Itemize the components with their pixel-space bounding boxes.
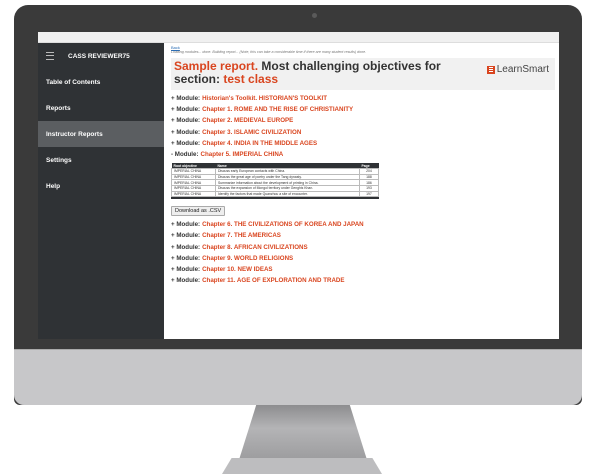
webcam-dot (312, 13, 317, 18)
expand-sign: + (171, 117, 175, 125)
objectives-table: Root objective Name Page IMPERIAL CHINA … (171, 163, 379, 198)
sidebar-item-instructor-reports[interactable]: Instructor Reports (38, 121, 164, 147)
learnsmart-logo-icon (486, 65, 495, 74)
module-row[interactable]: + Module: Chapter 7. THE AMERICAS (171, 230, 559, 241)
cell-name: Identify the factors that made Quanzhou … (214, 190, 361, 198)
module-prefix: Module: (176, 128, 201, 136)
sidebar-item-help[interactable]: Help (38, 173, 164, 199)
report-header: Sample report. Most challenging objectiv… (171, 58, 555, 90)
module-row[interactable]: + Module: Chapter 1. ROME AND THE RISE O… (171, 104, 559, 115)
sidebar-item-reports[interactable]: Reports (38, 95, 164, 121)
module-name[interactable]: Chapter 4. INDIA IN THE MIDDLE AGES (202, 140, 317, 147)
module-row-expanded[interactable]: - Module: Chapter 5. IMPERIAL CHINA (171, 149, 559, 160)
sidebar-item-settings[interactable]: Settings (38, 147, 164, 173)
learnsmart-logo-text: LearnSmart (496, 64, 549, 75)
table-footer (171, 197, 379, 200)
module-row[interactable]: + Module: Chapter 11. AGE OF EXPLORATION… (171, 275, 559, 286)
module-prefix: Module: (176, 106, 201, 114)
expand-sign: + (171, 221, 175, 229)
module-name[interactable]: Chapter 8. AFRICAN CIVILIZATIONS (202, 244, 308, 251)
module-row[interactable]: + Module: Chapter 6. THE CIVILIZATIONS O… (171, 219, 559, 230)
module-row[interactable]: + Module: Chapter 8. AFRICAN CIVILIZATIO… (171, 241, 559, 252)
loading-status: Loading modules... done. Building report… (171, 50, 367, 54)
module-name[interactable]: Chapter 6. THE CIVILIZATIONS OF KOREA AN… (202, 221, 364, 228)
module-prefix: Module: (176, 232, 201, 240)
module-name[interactable]: Chapter 1. ROME AND THE RISE OF CHRISTIA… (202, 106, 353, 113)
expand-sign: + (171, 254, 175, 262)
module-name[interactable]: Chapter 3. ISLAMIC CIVILIZATION (202, 129, 301, 136)
module-row[interactable]: + Module: Chapter 9. WORLD RELIGIONS (171, 253, 559, 264)
learnsmart-logo: LearnSmart (486, 64, 549, 75)
expand-sign: + (171, 277, 175, 285)
main-content: Back Loading modules... done. Building r… (164, 43, 559, 339)
module-prefix: Module: (176, 243, 201, 251)
module-prefix: Module: (174, 151, 199, 159)
cell-root-objective: IMPERIAL CHINA (171, 190, 216, 198)
browser-topbar (38, 32, 559, 43)
module-prefix: Module: (176, 95, 201, 103)
module-prefix: Module: (176, 277, 201, 285)
module-prefix: Module: (176, 221, 201, 229)
module-prefix: Module: (176, 254, 201, 262)
screen: CASS REVIEWER75 Table of Contents Report… (38, 32, 559, 339)
module-name[interactable]: Chapter 2. MEDIEVAL EUROPE (202, 117, 293, 124)
sidebar-header: CASS REVIEWER75 (38, 43, 164, 69)
sidebar: CASS REVIEWER75 Table of Contents Report… (38, 43, 164, 339)
collapse-sign: - (171, 151, 174, 159)
module-prefix: Module: (176, 265, 201, 273)
report-title-prefix: Sample report. (174, 59, 259, 73)
module-row[interactable]: + Module: Chapter 10. NEW IDEAS (171, 264, 559, 275)
report-title: Sample report. Most challenging objectiv… (174, 60, 464, 86)
sidebar-item-table-of-contents[interactable]: Table of Contents (38, 69, 164, 95)
module-row[interactable]: + Module: Chapter 3. ISLAMIC CIVILIZATIO… (171, 127, 559, 138)
monitor-chin (14, 350, 582, 405)
sidebar-title: CASS REVIEWER75 (68, 52, 130, 60)
module-name[interactable]: Chapter 10. NEW IDEAS (202, 266, 272, 273)
hamburger-icon[interactable] (46, 52, 54, 60)
module-name[interactable]: Chapter 5. IMPERIAL CHINA (201, 151, 284, 158)
monitor-base (222, 458, 382, 474)
expand-sign: + (171, 95, 175, 103)
expand-sign: + (171, 106, 175, 114)
module-name[interactable]: Chapter 9. WORLD RELIGIONS (202, 255, 293, 262)
module-prefix: Module: (176, 117, 201, 125)
monitor-stand (238, 405, 368, 463)
module-row[interactable]: + Module: Chapter 4. INDIA IN THE MIDDLE… (171, 138, 559, 149)
module-name[interactable]: Chapter 11. AGE OF EXPLORATION AND TRADE (202, 277, 344, 284)
expand-sign: + (171, 139, 175, 147)
expand-sign: + (171, 232, 175, 240)
table-row: IMPERIAL CHINA Identify the factors that… (171, 190, 379, 198)
module-prefix: Module: (176, 139, 201, 147)
expand-sign: + (171, 128, 175, 136)
download-csv-button[interactable]: Download as .CSV (171, 206, 226, 217)
module-name[interactable]: Historian's Toolkit. HISTORIAN'S TOOLKIT (202, 95, 327, 102)
module-row[interactable]: + Module: Chapter 2. MEDIEVAL EUROPE (171, 115, 559, 126)
module-name[interactable]: Chapter 7. THE AMERICAS (202, 232, 281, 239)
report-section-name: test class (223, 72, 279, 86)
module-row[interactable]: + Module: Historian's Toolkit. HISTORIAN… (171, 93, 559, 104)
cell-page: 197 (359, 190, 379, 198)
expand-sign: + (171, 265, 175, 273)
expand-sign: + (171, 243, 175, 251)
